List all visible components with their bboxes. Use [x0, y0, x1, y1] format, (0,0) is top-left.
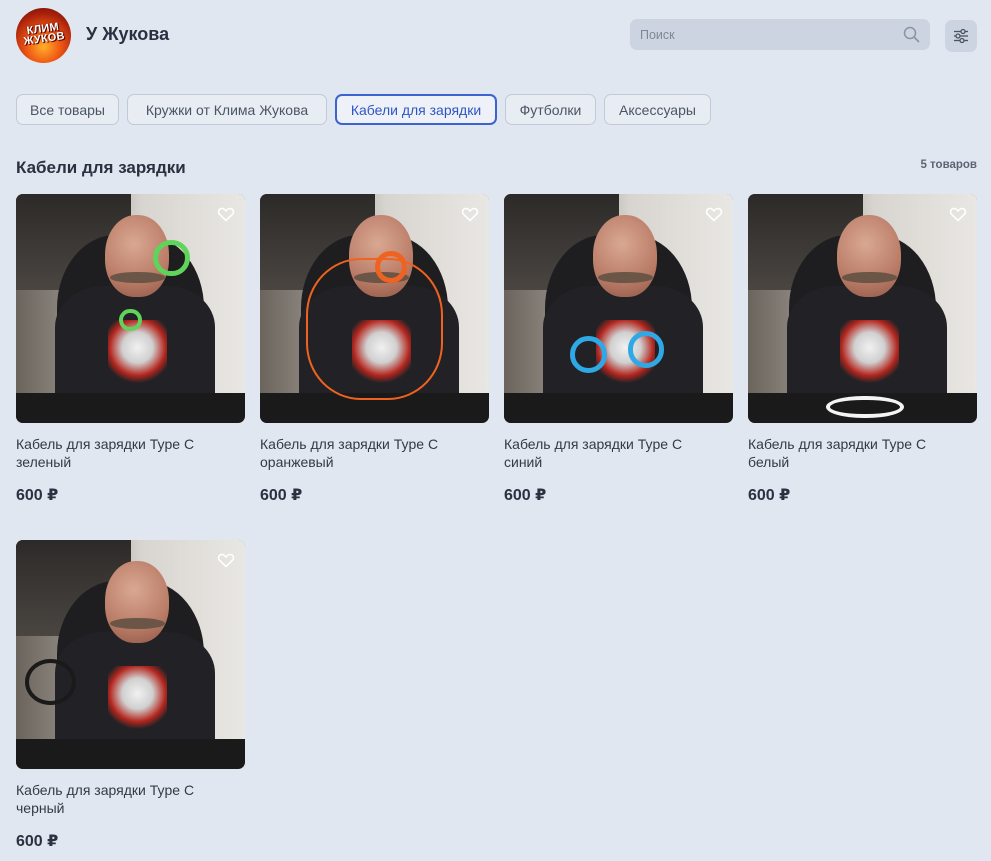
favorite-heart-icon[interactable]	[705, 205, 723, 223]
product-name[interactable]: Кабель для зарядки Type C оранжевый	[260, 435, 489, 471]
product-name[interactable]: Кабель для зарядки Type C белый	[748, 435, 977, 471]
sliders-icon	[954, 28, 968, 44]
search-icon[interactable]	[903, 26, 920, 43]
cable-coil	[627, 331, 665, 369]
product-card[interactable]: Кабель для зарядки Type C оранжевый 600 …	[260, 194, 489, 505]
product-name[interactable]: Кабель для зарядки Type C зеленый	[16, 435, 245, 471]
favorite-heart-icon[interactable]	[217, 551, 235, 569]
favorite-heart-icon[interactable]	[461, 205, 479, 223]
product-count: 5 товаров	[920, 159, 977, 171]
category-accessories[interactable]: Аксессуары	[604, 94, 711, 125]
category-mugs[interactable]: Кружки от Клима Жукова	[127, 94, 327, 125]
shop-avatar[interactable]: КЛИМ ЖУКОВ	[16, 8, 71, 63]
cable-coil	[825, 395, 904, 419]
filter-button[interactable]	[945, 20, 977, 52]
product-price: 600 ₽	[16, 833, 59, 850]
shop-title: У Жукова	[86, 24, 170, 44]
avatar-logo-text: КЛИМ ЖУКОВ	[22, 20, 66, 48]
product-card[interactable]: Кабель для зарядки Type C черный 600 ₽	[16, 540, 245, 851]
product-photo[interactable]	[16, 194, 245, 423]
cable-coil	[570, 335, 608, 373]
product-card[interactable]: Кабель для зарядки Type C зеленый 600 ₽	[16, 194, 245, 505]
product-photo[interactable]	[748, 194, 977, 423]
cable-coil	[119, 308, 142, 332]
search-input[interactable]	[630, 19, 930, 50]
product-photo[interactable]	[16, 540, 245, 769]
cable-coil	[25, 659, 76, 705]
cable-coil	[305, 258, 444, 401]
product-card[interactable]: Кабель для зарядки Type C синий 600 ₽	[504, 194, 733, 505]
favorite-heart-icon[interactable]	[949, 205, 967, 223]
product-name[interactable]: Кабель для зарядки Type C синий	[504, 435, 733, 471]
product-photo[interactable]	[260, 194, 489, 423]
product-name[interactable]: Кабель для зарядки Type C черный	[16, 781, 245, 817]
product-price: 600 ₽	[748, 487, 791, 504]
section-title: Кабели для зарядки	[16, 158, 186, 177]
product-photo[interactable]	[504, 194, 733, 423]
category-cables[interactable]: Кабели для зарядки	[335, 94, 497, 125]
search-box[interactable]	[630, 19, 930, 50]
category-all[interactable]: Все товары	[16, 94, 119, 125]
favorite-heart-icon[interactable]	[217, 205, 235, 223]
product-price: 600 ₽	[504, 487, 547, 504]
product-card[interactable]: Кабель для зарядки Type C белый 600 ₽	[748, 194, 977, 505]
product-price: 600 ₽	[260, 487, 303, 504]
product-price: 600 ₽	[16, 487, 59, 504]
cable-coil	[153, 239, 191, 277]
category-tshirts[interactable]: Футболки	[505, 94, 596, 125]
